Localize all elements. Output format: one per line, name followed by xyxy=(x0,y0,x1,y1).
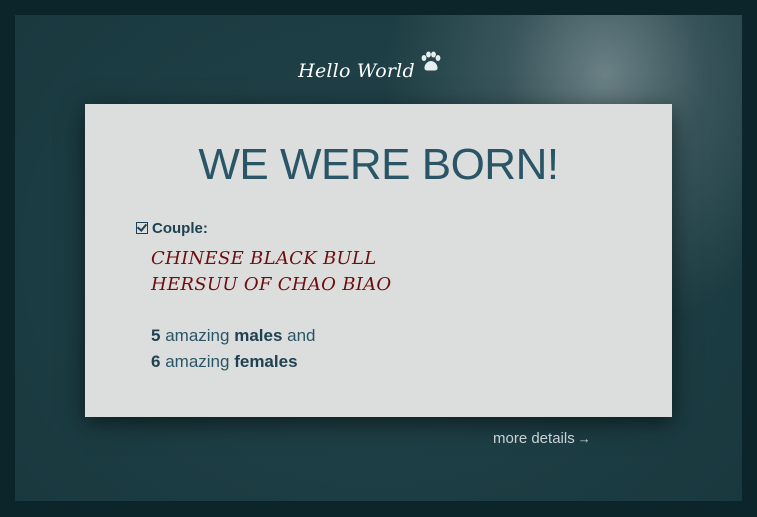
site-title[interactable]: Hello World xyxy=(0,60,757,82)
males-text-2: and xyxy=(287,326,316,345)
site-title-text[interactable]: Hello World xyxy=(298,60,415,82)
couple-row: Couple: xyxy=(136,220,208,237)
females-line: 6 amazing females xyxy=(151,349,316,375)
announcement-card: WE WERE BORN! Couple: CHINESE BLACK BULL… xyxy=(85,104,672,417)
paw-icon xyxy=(421,51,441,71)
sire-name: CHINESE BLACK BULL xyxy=(151,248,377,269)
females-count: 6 xyxy=(151,352,161,371)
females-text-1: amazing xyxy=(165,352,230,371)
males-text-1: amazing xyxy=(165,326,230,345)
litter-summary: 5 amazing males and 6 amazing females xyxy=(151,323,316,375)
page-frame: Hello World WE WERE BORN! Couple: CHINES… xyxy=(0,0,757,517)
males-count: 5 xyxy=(151,326,161,345)
males-line: 5 amazing males and xyxy=(151,323,316,349)
couple-label: Couple: xyxy=(152,220,208,237)
parents-list: CHINESE BLACK BULL HERSUU OF CHAO BIAO xyxy=(151,246,392,298)
arrow-right-icon: → xyxy=(577,431,591,446)
more-details-link[interactable]: more details → xyxy=(493,430,591,447)
dam-name: HERSUU OF CHAO BIAO xyxy=(151,274,392,295)
card-title: WE WERE BORN! xyxy=(198,140,559,189)
males-label: males xyxy=(234,326,283,345)
more-details-label[interactable]: more details xyxy=(493,430,575,447)
females-label: females xyxy=(234,352,298,371)
checkbox-icon xyxy=(136,222,148,234)
